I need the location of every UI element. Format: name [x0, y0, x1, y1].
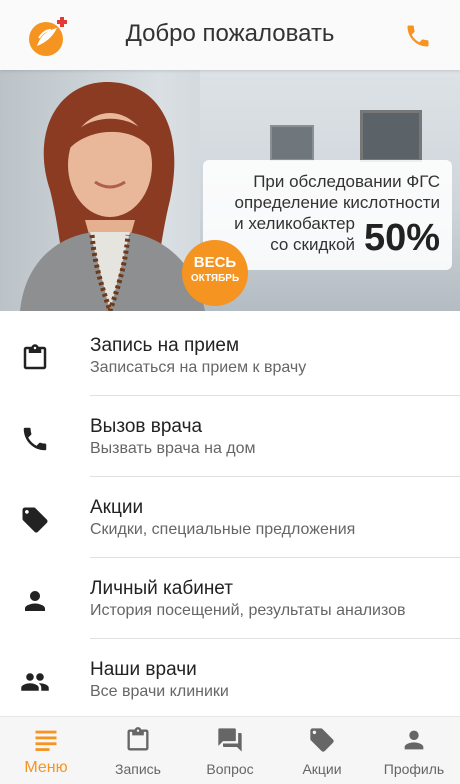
menu-item-subtitle: Скидки, специальные предложения	[90, 521, 356, 538]
menu-item-subtitle: Все врачи клиники	[90, 683, 229, 700]
menu-item-title: Запись на прием	[90, 335, 240, 356]
menu-item-title: Акции	[90, 497, 144, 518]
menu-item-subtitle: Записаться на прием к врачу	[90, 359, 307, 376]
menu-item-account[interactable]: Личный кабинет История посещений, резуль…	[0, 558, 460, 639]
banner-doctor-photo	[20, 81, 205, 311]
badge-text: ВЕСЬ	[193, 254, 237, 271]
promo-discount: 50%	[363, 217, 440, 259]
promo-text-line: определение кислотности	[234, 193, 440, 212]
main-menu-list: Запись на прием Записаться на прием к вр…	[0, 315, 460, 720]
tab-label: Профиль	[383, 761, 445, 777]
menu-item-subtitle: История посещений, результаты анализов	[90, 602, 406, 619]
tab-label: Вопрос	[206, 761, 254, 777]
people-icon	[21, 673, 49, 691]
tags-icon	[22, 507, 48, 533]
menu-item-subtitle: Вызвать врача на дом	[90, 440, 256, 457]
menu-lines-icon	[35, 730, 57, 751]
badge-text: ОКТЯБРЬ	[190, 273, 240, 284]
menu-item-title: Вызов врача	[90, 416, 203, 437]
tab-label: Акции	[302, 761, 342, 777]
page-title: Добро пожаловать	[125, 20, 335, 47]
chat-icon	[218, 728, 242, 752]
menu-item-doctors[interactable]: Наши врачи Все врачи клиники	[0, 639, 460, 720]
banner-monitor-image	[270, 125, 314, 161]
phone-icon	[23, 427, 47, 451]
tab-label: Меню	[24, 759, 68, 776]
person-icon	[25, 591, 45, 611]
menu-item-promotions[interactable]: Акции Скидки, специальные предложения	[0, 477, 460, 558]
person-icon	[404, 730, 424, 750]
tab-appointment[interactable]: Запись	[92, 717, 184, 784]
promo-text-line: и хеликобактер	[234, 214, 355, 233]
app-header: Добро пожаловать	[0, 0, 460, 70]
tag-icon	[310, 728, 334, 752]
bottom-tab-bar: Меню Запись Вопрос Акции Профиль	[0, 716, 460, 784]
menu-item-appointment[interactable]: Запись на прием Записаться на прием к вр…	[0, 315, 460, 396]
tab-profile[interactable]: Профиль	[368, 717, 460, 784]
menu-item-doctor-call[interactable]: Вызов врача Вызвать врача на дом	[0, 396, 460, 477]
promo-banner[interactable]: При обследовании ФГС определение кислотн…	[0, 70, 460, 311]
menu-item-title: Личный кабинет	[90, 578, 233, 599]
tab-promotions[interactable]: Акции	[276, 717, 368, 784]
promo-text-line: При обследовании ФГС	[253, 172, 440, 191]
tab-question[interactable]: Вопрос	[184, 717, 276, 784]
promo-badge: ВЕСЬ ОКТЯБРЬ	[182, 240, 248, 306]
menu-item-title: Наши врачи	[90, 659, 197, 680]
clipboard-icon	[23, 344, 47, 370]
tab-menu[interactable]: Меню	[0, 717, 92, 784]
banner-monitor-image	[360, 110, 422, 162]
promo-text-line: со скидкой	[270, 235, 355, 254]
tab-label: Запись	[115, 761, 161, 777]
clipboard-icon	[127, 727, 149, 751]
phone-icon[interactable]	[404, 22, 432, 50]
